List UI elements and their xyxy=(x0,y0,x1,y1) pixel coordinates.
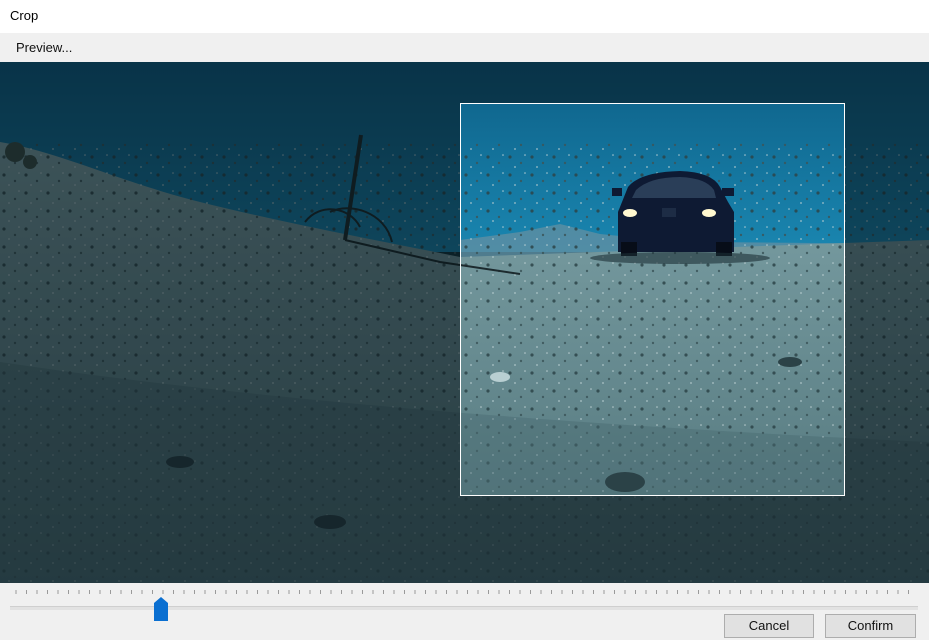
video-preview[interactable] xyxy=(0,62,929,583)
crop-selection-rectangle[interactable] xyxy=(460,103,845,496)
timeline-ticks xyxy=(15,590,909,594)
cancel-button[interactable]: Cancel xyxy=(724,614,814,638)
dim-overlay-right xyxy=(845,103,929,495)
timeline-slider-track[interactable] xyxy=(10,606,918,610)
menu-bar: Preview... xyxy=(0,33,929,62)
dim-overlay-bottom xyxy=(0,495,929,583)
preview-menu-item[interactable]: Preview... xyxy=(16,40,72,55)
title-bar: Crop xyxy=(0,0,929,33)
timeline-slider-thumb[interactable] xyxy=(154,597,168,621)
dim-overlay-top xyxy=(0,62,929,103)
window-title: Crop xyxy=(10,8,39,23)
bottom-panel: Cancel Confirm xyxy=(0,583,929,640)
confirm-button[interactable]: Confirm xyxy=(825,614,916,638)
dim-overlay-left xyxy=(0,103,460,495)
